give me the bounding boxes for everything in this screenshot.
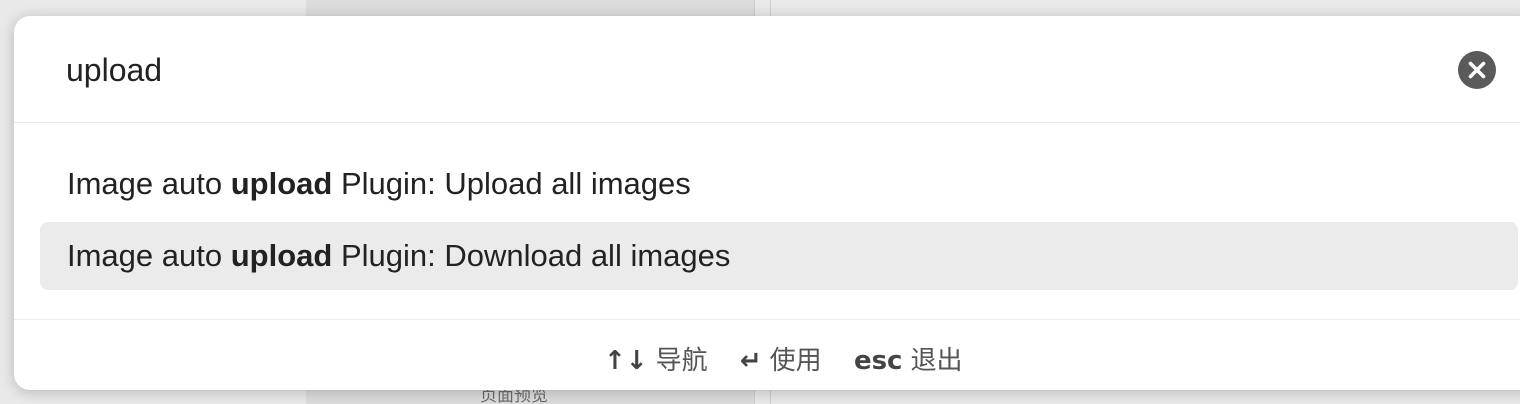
keyboard-hints: ↑↓ 导航 ↵ 使用 esc 退出 [604, 340, 986, 377]
result-label: Image auto upload Plugin: Upload all ima… [67, 166, 691, 201]
close-icon [1468, 61, 1486, 79]
result-item-download-all[interactable]: Image auto upload Plugin: Download all i… [40, 222, 1518, 290]
hint-use: ↵ 使用 [739, 346, 822, 376]
enter-key-icon: ↵ [739, 346, 762, 376]
hint-exit: esc 退出 [853, 346, 963, 376]
result-match: upload [230, 166, 333, 201]
result-item-upload-all[interactable]: Image auto upload Plugin: Upload all ima… [40, 150, 1518, 218]
keyboard-hints-footer: ↑↓ 导航 ↵ 使用 esc 退出 [14, 319, 1520, 390]
search-input[interactable] [66, 48, 1386, 92]
search-row [14, 16, 1520, 123]
command-palette: Image auto upload Plugin: Upload all ima… [14, 16, 1520, 390]
result-label: Image auto upload Plugin: Download all i… [67, 238, 731, 273]
clear-search-button[interactable] [1458, 51, 1496, 89]
hint-navigate: ↑↓ 导航 [604, 346, 708, 376]
result-match: upload [230, 238, 333, 273]
esc-key-label: esc [853, 346, 903, 376]
arrow-keys-icon: ↑↓ [604, 346, 648, 376]
